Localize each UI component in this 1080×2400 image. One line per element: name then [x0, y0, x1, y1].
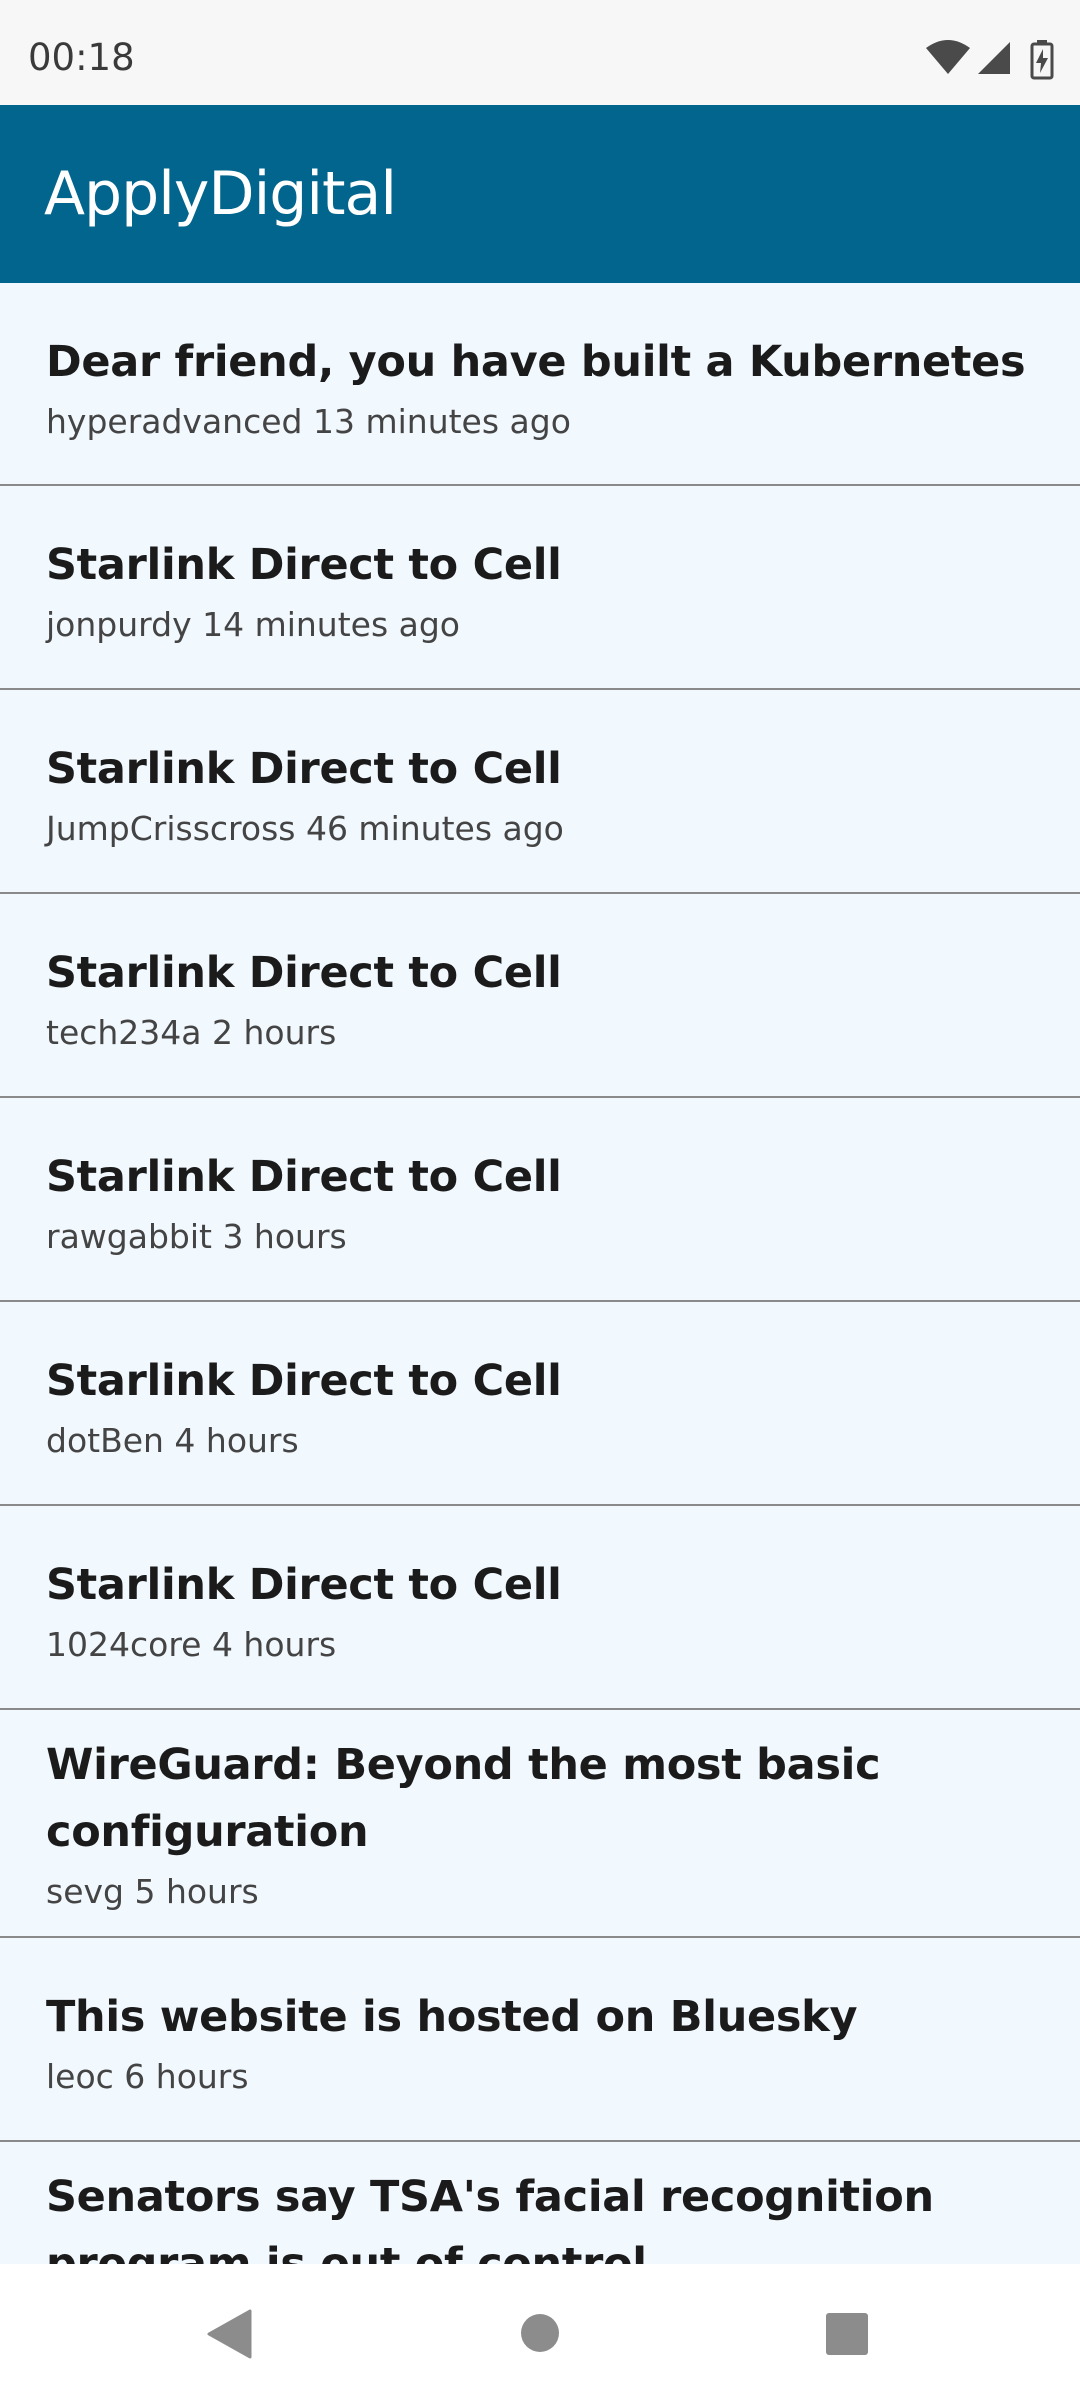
story-meta: JumpCrisscross 46 minutes ago	[46, 809, 564, 848]
story-title: WireGuard: Beyond the most basic configu…	[46, 1740, 881, 1857]
story-meta: rawgabbit 3 hours	[46, 1217, 347, 1256]
story-item[interactable]: Starlink Direct to Cell rawgabbit 3 hour…	[0, 1098, 1080, 1302]
wifi-icon	[926, 40, 970, 74]
story-item[interactable]: Starlink Direct to Cell dotBen 4 hours	[0, 1302, 1080, 1506]
story-list[interactable]: Dear friend, you have built a Kubernetes…	[0, 283, 1080, 2264]
story-title: Starlink Direct to Cell	[46, 540, 562, 590]
battery-charging-icon	[1030, 40, 1054, 80]
story-meta: hyperadvanced 13 minutes ago	[46, 402, 571, 441]
story-meta: leoc 6 hours	[46, 2057, 249, 2096]
home-icon[interactable]	[520, 2313, 560, 2353]
story-meta: tech234a 2 hours	[46, 1013, 337, 1052]
story-item[interactable]: This website is hosted on Bluesky leoc 6…	[0, 1938, 1080, 2142]
story-title: Dear friend, you have built a Kubernetes	[46, 337, 1026, 387]
back-icon[interactable]	[206, 2309, 252, 2359]
story-meta: jonpurdy 14 minutes ago	[46, 605, 460, 644]
story-title: Senators say TSA's facial recognition pr…	[46, 2172, 934, 2264]
app-title: ApplyDigital	[44, 159, 397, 229]
navigation-bar	[0, 2264, 1080, 2400]
story-title: Starlink Direct to Cell	[46, 1356, 562, 1406]
story-item[interactable]: Senators say TSA's facial recognition pr…	[0, 2142, 1080, 2264]
recents-icon[interactable]	[825, 2312, 869, 2356]
cell-signal-icon	[978, 42, 1010, 74]
story-item[interactable]: Starlink Direct to Cell 1024core 4 hours	[0, 1506, 1080, 1710]
story-item[interactable]: Starlink Direct to Cell JumpCrisscross 4…	[0, 690, 1080, 894]
status-time: 00:18	[28, 36, 135, 79]
story-title: Starlink Direct to Cell	[46, 744, 562, 794]
app-bar: ApplyDigital	[0, 105, 1080, 283]
story-item[interactable]: Starlink Direct to Cell jonpurdy 14 minu…	[0, 486, 1080, 690]
story-meta: sevg 5 hours	[46, 1872, 259, 1911]
story-title: Starlink Direct to Cell	[46, 1560, 562, 1610]
story-title: This website is hosted on Bluesky	[46, 1992, 858, 2042]
story-title: Starlink Direct to Cell	[46, 948, 562, 998]
story-title: Starlink Direct to Cell	[46, 1152, 562, 1202]
story-item[interactable]: Dear friend, you have built a Kubernetes…	[0, 283, 1080, 486]
status-bar: 00:18	[0, 0, 1080, 105]
story-meta: 1024core 4 hours	[46, 1625, 337, 1664]
story-item[interactable]: Starlink Direct to Cell tech234a 2 hours	[0, 894, 1080, 1098]
story-meta: dotBen 4 hours	[46, 1421, 299, 1460]
story-item[interactable]: WireGuard: Beyond the most basic configu…	[0, 1710, 1080, 1938]
